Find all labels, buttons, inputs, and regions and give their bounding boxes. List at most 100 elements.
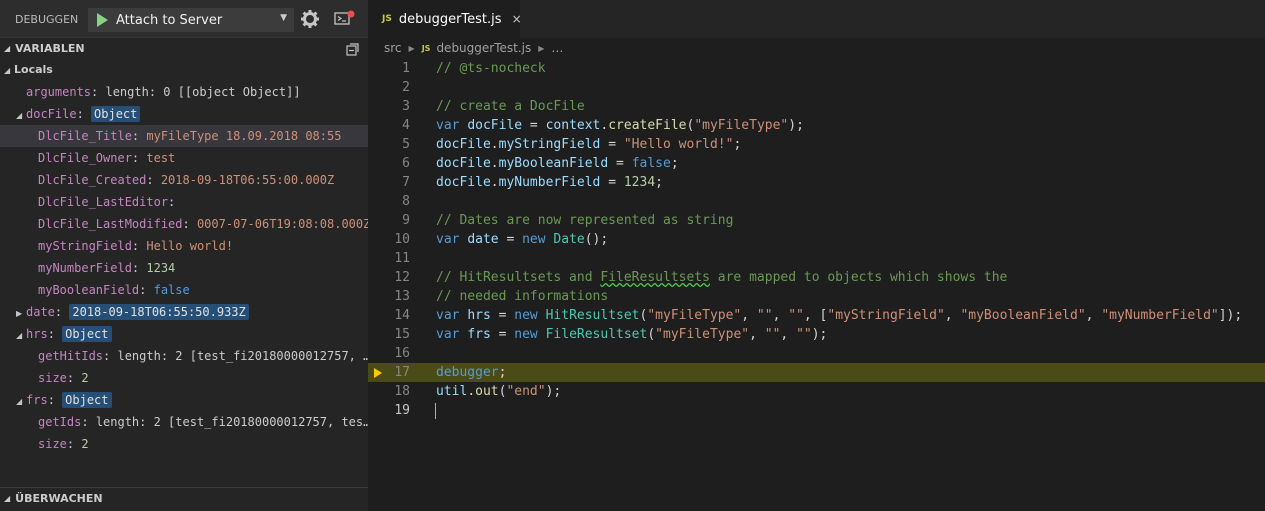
code-token: // create a DocFile [436,99,585,114]
debug-console-icon[interactable] [334,9,356,29]
chevron-down-icon[interactable]: ◢ [16,105,26,125]
gear-icon[interactable] [300,9,320,29]
line-number: 3 [402,99,410,114]
code-token: = [522,118,546,133]
variable-row[interactable]: size: 2 [0,367,368,389]
code-line[interactable]: 6 docFile.myBooleanField = false; [368,154,1265,173]
variable-name: date [26,305,55,319]
code-token: util [436,384,468,399]
variable-name: getHitIds [38,349,104,363]
code-text: debugger; [436,363,506,382]
tab-debuggertest-js[interactable]: JS debuggerTest.js × [368,0,522,38]
code-line[interactable]: 4 var docFile = context.createFile("myFil… [368,116,1265,135]
code-line[interactable]: 3 // create a DocFile [368,97,1265,116]
variable-row[interactable]: myNumberField: 1234 [0,257,368,279]
variable-name: DlcFile_Owner [38,151,132,165]
code-editor[interactable]: 1 // @ts-nocheck 2 3 // create a DocFile 4 var… [368,58,1265,511]
launch-config-select[interactable]: Attach to Server ▼ [88,8,294,32]
variable-name: frs [26,393,48,407]
variable-row[interactable]: DlcFile_Owner: test [0,147,368,169]
variable-row[interactable]: size: 2 [0,433,368,455]
code-token: "myFileType" [655,327,750,342]
code-token: docFile [436,137,491,152]
variable-separator: : [131,239,147,253]
scope-row-locals[interactable]: ◢ Locals [0,59,368,81]
code-token: = [490,308,515,323]
variable-separator: : [47,327,63,341]
variable-row[interactable]: DlcFile_Created: 2018-09-18T06:55:00.000… [0,169,368,191]
code-line[interactable]: 14 var hrs = new HitResultset("myFileType… [368,306,1265,325]
variable-row[interactable]: ▶ date: 2018-09-18T06:55:50.933Z [0,301,368,323]
code-line[interactable]: 17 debugger; [368,363,1265,382]
chevron-down-icon[interactable]: ◢ [16,325,26,345]
variable-name: DlcFile_Title [38,129,132,143]
code-text: // Dates are now represented as string [436,211,733,230]
code-line[interactable]: 2 [368,78,1265,97]
code-token: . [467,384,476,399]
watch-section-header[interactable]: ◢ ÜBERWACHEN [0,487,368,509]
variable-row[interactable]: DlcFile_LastEditor: [0,191,368,213]
breakpoint-current-arrow-icon[interactable] [374,368,382,378]
variable-separator: : [76,107,92,121]
scope-label: Locals [14,63,53,76]
variable-row[interactable]: myBooleanField: false [0,279,368,301]
code-line[interactable]: 7 docFile.myNumberField = 1234; [368,173,1265,192]
chevron-down-icon[interactable]: ▼ [280,13,287,23]
code-line[interactable]: 8 [368,192,1265,211]
code-line[interactable]: 12 // HitResultsets and FileResultsets ar… [368,268,1265,287]
code-token: , [944,308,961,323]
javascript-file-icon: JS [382,14,392,24]
variable-row[interactable]: getIds: length: 2 [test_fi20180000012757… [0,411,368,433]
variable-row[interactable]: getHitIds: length: 2 [test_fi20180000012… [0,345,368,367]
variable-row[interactable]: ◢ hrs: Object [0,323,368,345]
code-line[interactable]: 16 [368,344,1265,363]
variable-separator: : [47,393,63,407]
variable-row[interactable]: myStringField: Hello world! [0,235,368,257]
code-token: myBooleanField [498,156,609,171]
code-line[interactable]: 9 // Dates are now represented as string [368,211,1265,230]
variable-row[interactable]: ◢ frs: Object [0,389,368,411]
start-debugging-play-icon[interactable] [97,13,108,27]
variable-row[interactable]: DlcFile_LastModified: 0007-07-06T19:08:0… [0,213,368,235]
variable-row[interactable]: arguments: length: 0 [[object Object]] [0,81,368,103]
variable-name: size [38,371,67,385]
code-token: "myFileType" [647,308,742,323]
code-token: = [498,232,523,247]
code-token: docFile [467,118,523,133]
collapse-all-icon[interactable] [346,42,360,56]
variable-value: test [146,151,176,165]
variable-row[interactable]: DlcFile_Title: myFileType 18.09.2018 08:… [0,125,368,147]
debug-sidebar: DEBUGGEN Attach to Server ▼ ◢ VARIABLEN [0,0,368,511]
code-token: docFile [436,156,491,171]
code-line[interactable]: 11 [368,249,1265,268]
chevron-down-icon[interactable]: ◢ [4,60,14,81]
code-line[interactable]: 5 docFile.myStringField = "Hello world!"; [368,135,1265,154]
code-token: ); [545,384,562,399]
chevron-right-icon[interactable]: ▶ [16,303,26,323]
close-icon[interactable]: × [512,12,522,26]
code-line[interactable]: 18 util.out("end"); [368,382,1265,401]
code-token: (); [584,232,609,247]
variable-value: Object [91,106,141,122]
breadcrumb-file[interactable]: debuggerTest.js [436,41,531,55]
code-line[interactable]: 19 [368,401,1265,420]
debug-view-title: DEBUGGEN [15,12,79,26]
breadcrumb-symbol[interactable]: … [551,41,563,55]
code-text: util.out("end"); [436,382,561,401]
code-token: frs [467,327,491,342]
variable-value: Object [62,326,112,342]
code-token: "myFileType" [694,118,789,133]
chevron-down-icon[interactable]: ◢ [16,391,26,411]
code-line[interactable]: 10 var date = new Date(); [368,230,1265,249]
code-line[interactable]: 15 var frs = new FileResultset("myFileTyp… [368,325,1265,344]
variable-row[interactable]: ◢ docFile: Object [0,103,368,125]
code-token: createFile [608,118,687,133]
variable-name: size [38,437,67,451]
code-text: docFile.myNumberField = 1234; [436,173,663,192]
variables-tree: ◢ Locals arguments: length: 0 [[object Obj… [0,59,368,487]
code-line[interactable]: 13 // needed informations [368,287,1265,306]
code-line[interactable]: 1 // @ts-nocheck [368,59,1265,78]
breadcrumb-folder[interactable]: src [384,41,402,55]
code-token: myStringField [498,137,601,152]
variables-section-header[interactable]: ◢ VARIABLEN [0,37,368,59]
